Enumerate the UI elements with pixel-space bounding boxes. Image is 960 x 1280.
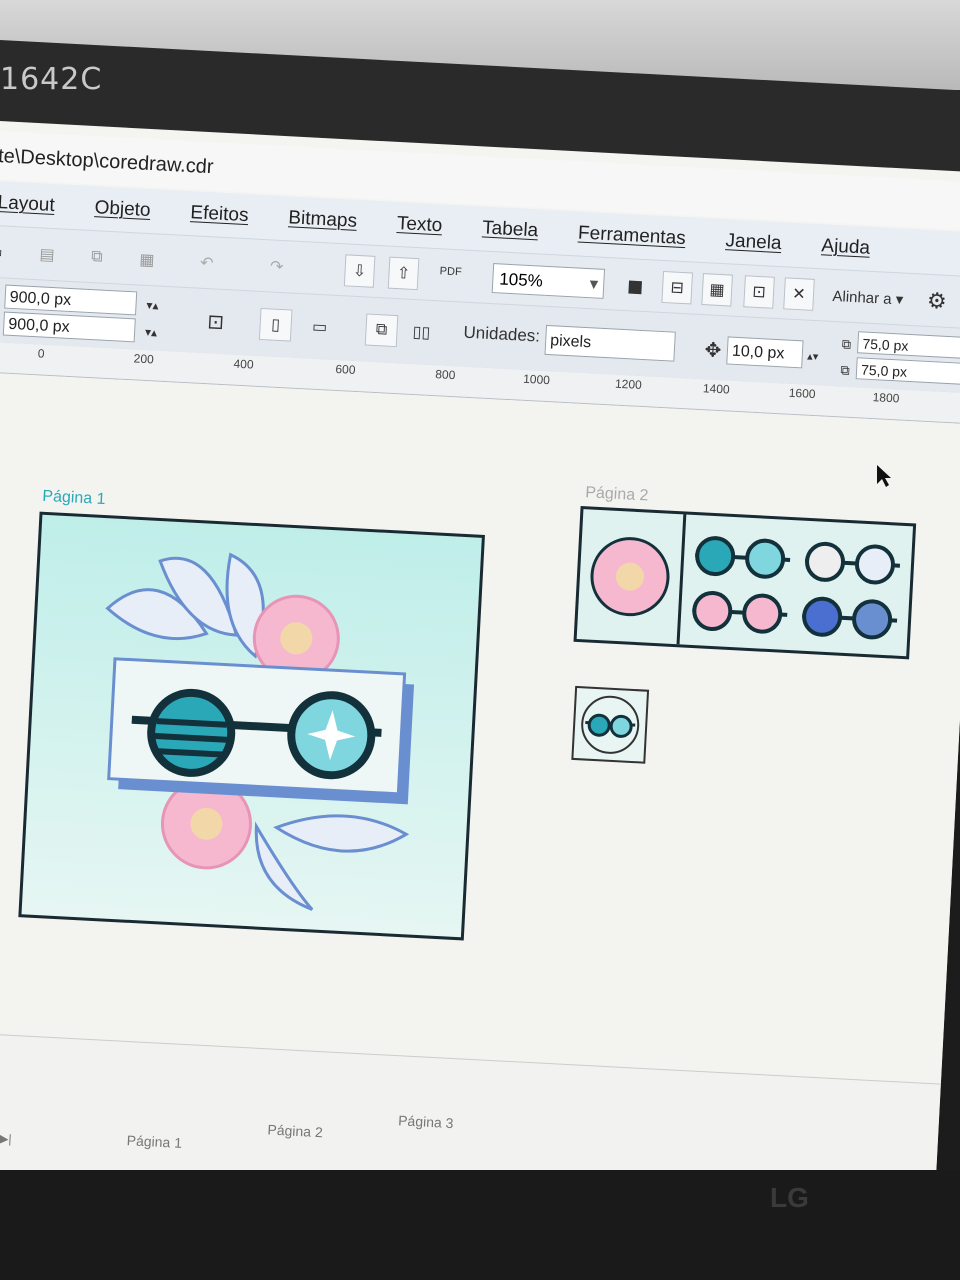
duplicate-y-field[interactable]: 75,0 px — [855, 357, 960, 385]
monitor-bezel-bottom — [0, 1170, 960, 1280]
menu-efeitos[interactable]: Efeitos — [190, 202, 249, 227]
ruler-tick: 1800 — [872, 390, 900, 406]
menu-tabela[interactable]: Tabela — [482, 217, 539, 242]
mouse-pointer-icon — [877, 465, 891, 487]
menu-objeto[interactable]: Objeto — [94, 197, 151, 222]
ruler-tick: 1200 — [614, 376, 643, 392]
portrait-icon[interactable]: ▯ — [258, 307, 293, 342]
menu-bitmaps[interactable]: Bitmaps — [288, 207, 358, 233]
menu-ajuda[interactable]: Ajuda — [821, 235, 871, 260]
page-2-artboard[interactable] — [573, 505, 917, 660]
page-width-field[interactable]: 900,0 px — [4, 284, 138, 316]
copy-icon[interactable]: ⧉ — [82, 241, 112, 274]
nudge-spinner[interactable]: ▴▾ — [802, 340, 824, 371]
ruler-tick: 0 — [37, 346, 45, 361]
width-spinner[interactable]: ▾▴ — [136, 291, 169, 319]
screen: te\Desktop\coredraw.cdr Layout Objeto Ef… — [0, 120, 960, 1242]
landscape-icon[interactable]: ▭ — [303, 310, 337, 344]
menu-ferramentas[interactable]: Ferramentas — [577, 222, 687, 250]
new-document-icon[interactable]: ▭ — [0, 235, 10, 268]
export-icon[interactable]: ⇧ — [387, 256, 420, 291]
undo-icon[interactable]: ↶ — [192, 246, 222, 279]
page-2-label: Página 2 — [584, 484, 649, 505]
gear-icon[interactable]: ⚙ — [921, 285, 953, 319]
units-select[interactable]: pixels — [544, 324, 676, 362]
page-prev-icon[interactable]: ▶ ▶| — [0, 1131, 12, 1146]
nudge-icon: ✥ — [704, 338, 722, 362]
zoom-level-select[interactable]: 105% — [491, 263, 606, 299]
ruler-tick: 1600 — [788, 385, 816, 402]
ruler-tick: 1400 — [702, 381, 730, 397]
page-tab-1[interactable]: Página 1 — [126, 1132, 182, 1151]
grid-icon[interactable]: ▦ — [701, 273, 733, 307]
snap-off-icon[interactable]: ✕ — [783, 277, 815, 311]
page-1-label: Página 1 — [41, 487, 106, 509]
paste-icon[interactable]: ▦ — [132, 243, 162, 276]
page-height-field[interactable]: 900,0 px — [2, 311, 136, 343]
menu-layout[interactable]: Layout — [0, 192, 55, 217]
menu-janela[interactable]: Janela — [725, 230, 782, 255]
align-dropdown[interactable]: Alinhar a ▾ — [821, 279, 915, 316]
glasses-variants-artwork — [692, 536, 901, 640]
full-screen-icon[interactable]: ◼ — [619, 269, 651, 303]
rulers-icon[interactable]: ⊟ — [661, 270, 693, 305]
page-tab-3[interactable]: Página 3 — [398, 1112, 454, 1131]
ruler-tick: 200 — [133, 351, 155, 367]
ruler-tick: 800 — [434, 367, 456, 383]
duplicate-x-field[interactable]: 75,0 px — [856, 331, 960, 359]
nudge-distance-field[interactable]: 10,0 px — [726, 336, 804, 369]
all-pages-icon[interactable]: ⧉ — [364, 313, 399, 348]
guidelines-icon[interactable]: ⊡ — [743, 275, 775, 309]
duplicate-y-icon: ⧉ — [840, 362, 851, 378]
window-title: te\Desktop\coredraw.cdr — [0, 145, 215, 179]
page-tab-2[interactable]: Página 2 — [267, 1121, 323, 1140]
menu-texto[interactable]: Texto — [396, 213, 442, 237]
flower-tile — [576, 509, 687, 645]
units-label: Unidades: — [463, 322, 541, 346]
page-3-thumbnail[interactable] — [571, 685, 650, 764]
import-icon[interactable]: ⇩ — [343, 254, 376, 288]
monitor-brand-logo: LG — [770, 1182, 809, 1213]
page-width-icon: ▭ — [0, 281, 2, 314]
align-label: Alinhar a — [832, 287, 893, 308]
monitor-model: 1642C — [0, 62, 103, 97]
page-1-artboard[interactable] — [18, 511, 485, 941]
current-page-icon[interactable]: ▯▯ — [405, 316, 439, 350]
glasses-flower-artwork[interactable] — [21, 515, 481, 937]
page-size-icon[interactable]: ⊡ — [199, 305, 233, 339]
drawing-canvas[interactable]: Página 1 Página 2 — [0, 371, 960, 1084]
redo-icon[interactable]: ↷ — [262, 250, 292, 283]
save-icon[interactable]: ▤ — [32, 238, 62, 271]
export-pdf-button[interactable]: PDF — [432, 255, 470, 289]
ruler-tick: 600 — [335, 361, 356, 377]
ruler-tick: 400 — [233, 356, 254, 372]
ruler-tick: 1000 — [522, 371, 551, 388]
height-spinner[interactable]: ▾▴ — [134, 318, 167, 346]
